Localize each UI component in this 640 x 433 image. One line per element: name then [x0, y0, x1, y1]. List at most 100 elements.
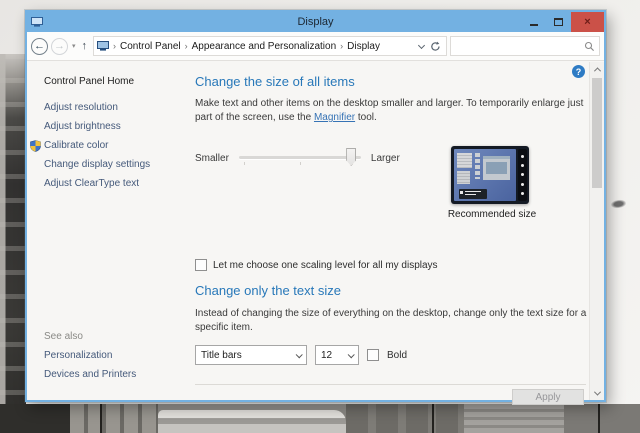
- slider-tick: [300, 162, 301, 165]
- item-dropdown-value: Title bars: [201, 350, 242, 361]
- scrollbar-thumb[interactable]: [592, 78, 602, 188]
- scaling-checkbox-label: Let me choose one scaling level for all …: [213, 260, 438, 271]
- wallpaper-left-building: [0, 54, 26, 433]
- back-button[interactable]: ←: [31, 38, 48, 55]
- breadcrumb-separator: ›: [339, 41, 344, 51]
- recent-pages-button[interactable]: ▾: [71, 42, 77, 50]
- preview-window-shape: [457, 153, 472, 168]
- help-button[interactable]: ?: [572, 65, 585, 78]
- caption-buttons: ×: [521, 12, 604, 32]
- slider-thumb[interactable]: [346, 148, 356, 166]
- scroll-down-button[interactable]: [590, 386, 605, 400]
- see-also-section: See also Personalization Devices and Pri…: [44, 331, 195, 388]
- titlebar[interactable]: Display ×: [27, 12, 604, 32]
- sidebar-item-adjust-brightness[interactable]: Adjust brightness: [44, 121, 195, 132]
- preview-screen: [454, 149, 516, 201]
- sidebar-item-adjust-cleartype[interactable]: Adjust ClearType text: [44, 178, 195, 189]
- preview-dialog-shape: [459, 189, 487, 199]
- wallpaper-pole: [100, 404, 102, 433]
- sidebar-item-home[interactable]: Control Panel Home: [44, 76, 195, 87]
- window-title: Display: [27, 16, 604, 28]
- apply-button[interactable]: Apply: [512, 389, 584, 405]
- maximize-icon: [554, 18, 563, 26]
- size-slider-row: Smaller Larger: [195, 148, 400, 168]
- preview-window-shape: [483, 156, 510, 180]
- preview-button-dot: [521, 183, 524, 186]
- breadcrumb-display[interactable]: Display: [347, 41, 380, 52]
- bold-checkbox-label: Bold: [387, 350, 407, 361]
- sidebar-item-change-display-settings[interactable]: Change display settings: [44, 159, 195, 170]
- sidebar-item-devices-printers[interactable]: Devices and Printers: [44, 369, 195, 380]
- slider-tick: [244, 162, 245, 165]
- display-window: Display × ← → ▾ ↑ › Control Panel › Appe…: [25, 10, 606, 402]
- preview-window-inner: [486, 162, 507, 174]
- size-slider[interactable]: [239, 148, 361, 168]
- chevron-down-icon: [594, 388, 601, 395]
- wallpaper-bus: [158, 410, 346, 433]
- breadcrumb-separator: ›: [112, 41, 117, 51]
- sidebar-item-calibrate-color[interactable]: Calibrate color: [44, 140, 195, 151]
- sidebar-item-label: Calibrate color: [44, 140, 108, 151]
- uac-shield-icon: [30, 140, 41, 155]
- address-dropdown-icon[interactable]: [418, 41, 425, 48]
- preview-icon-column: [475, 153, 480, 179]
- vertical-scrollbar[interactable]: [589, 62, 604, 400]
- wallpaper-pole: [432, 404, 434, 433]
- main-panel: Change the size of all items Make text a…: [195, 62, 589, 400]
- text-section-description: Instead of changing the size of everythi…: [195, 307, 597, 335]
- close-button[interactable]: ×: [571, 12, 604, 32]
- close-icon: ×: [584, 16, 590, 28]
- sidebar: Control Panel Home Adjust resolution Adj…: [27, 62, 195, 400]
- back-icon: ←: [34, 41, 45, 52]
- preview-button-dot: [521, 173, 524, 176]
- minimize-icon: [530, 24, 538, 26]
- size-dropdown[interactable]: 12: [315, 345, 359, 365]
- refresh-icon[interactable]: [430, 41, 441, 52]
- forward-button[interactable]: →: [51, 38, 68, 55]
- search-icon[interactable]: [584, 41, 595, 52]
- scroll-up-button[interactable]: [590, 62, 605, 76]
- preview-button-dot: [521, 164, 524, 167]
- scaling-checkbox-row: Let me choose one scaling level for all …: [195, 259, 438, 271]
- sidebar-item-personalization[interactable]: Personalization: [44, 350, 195, 361]
- wallpaper-smudge: [611, 199, 627, 209]
- wallpaper-building: [70, 404, 158, 433]
- wallpaper-pole: [598, 404, 600, 433]
- preview-button-dot: [521, 155, 524, 158]
- breadcrumb-control-panel[interactable]: Control Panel: [120, 41, 181, 52]
- chevron-down-icon: [348, 351, 355, 358]
- wallpaper-building: [346, 404, 464, 433]
- breadcrumb-appearance[interactable]: Appearance and Personalization: [192, 41, 337, 52]
- breadcrumb-separator: ›: [184, 41, 189, 51]
- address-monitor-icon: [97, 41, 109, 51]
- sidebar-item-adjust-resolution[interactable]: Adjust resolution: [44, 102, 195, 113]
- description-text: tool.: [355, 112, 377, 123]
- magnifier-link[interactable]: Magnifier: [314, 112, 355, 123]
- forward-icon: →: [54, 41, 65, 52]
- wallpaper-building: [0, 404, 70, 433]
- chevron-up-icon: [594, 67, 601, 74]
- minimize-button[interactable]: [521, 12, 546, 32]
- content-area: Control Panel Home Adjust resolution Adj…: [27, 62, 604, 400]
- search-box: [450, 36, 600, 56]
- apply-button-label: Apply: [535, 392, 560, 403]
- address-bar[interactable]: › Control Panel › Appearance and Persona…: [93, 36, 447, 56]
- see-also-label: See also: [44, 331, 195, 342]
- preview-window-shape: [457, 171, 470, 184]
- text-size-controls: Title bars 12 Bold: [195, 345, 407, 365]
- preview-button-dot: [521, 192, 524, 195]
- item-dropdown[interactable]: Title bars: [195, 345, 307, 365]
- maximize-button[interactable]: [546, 12, 571, 32]
- slider-track[interactable]: [239, 156, 361, 159]
- scaling-checkbox[interactable]: [195, 259, 207, 271]
- up-button[interactable]: ↑: [80, 40, 91, 52]
- wallpaper-building: [564, 404, 640, 433]
- slider-min-label: Smaller: [195, 153, 229, 164]
- section-heading-size: Change the size of all items: [195, 74, 355, 89]
- search-input[interactable]: [455, 41, 584, 52]
- section-heading-text-size: Change only the text size: [195, 283, 341, 298]
- wallpaper-building: [464, 404, 564, 433]
- size-dropdown-value: 12: [321, 350, 332, 361]
- wallpaper-street-scene: [0, 404, 640, 433]
- bold-checkbox[interactable]: [367, 349, 379, 361]
